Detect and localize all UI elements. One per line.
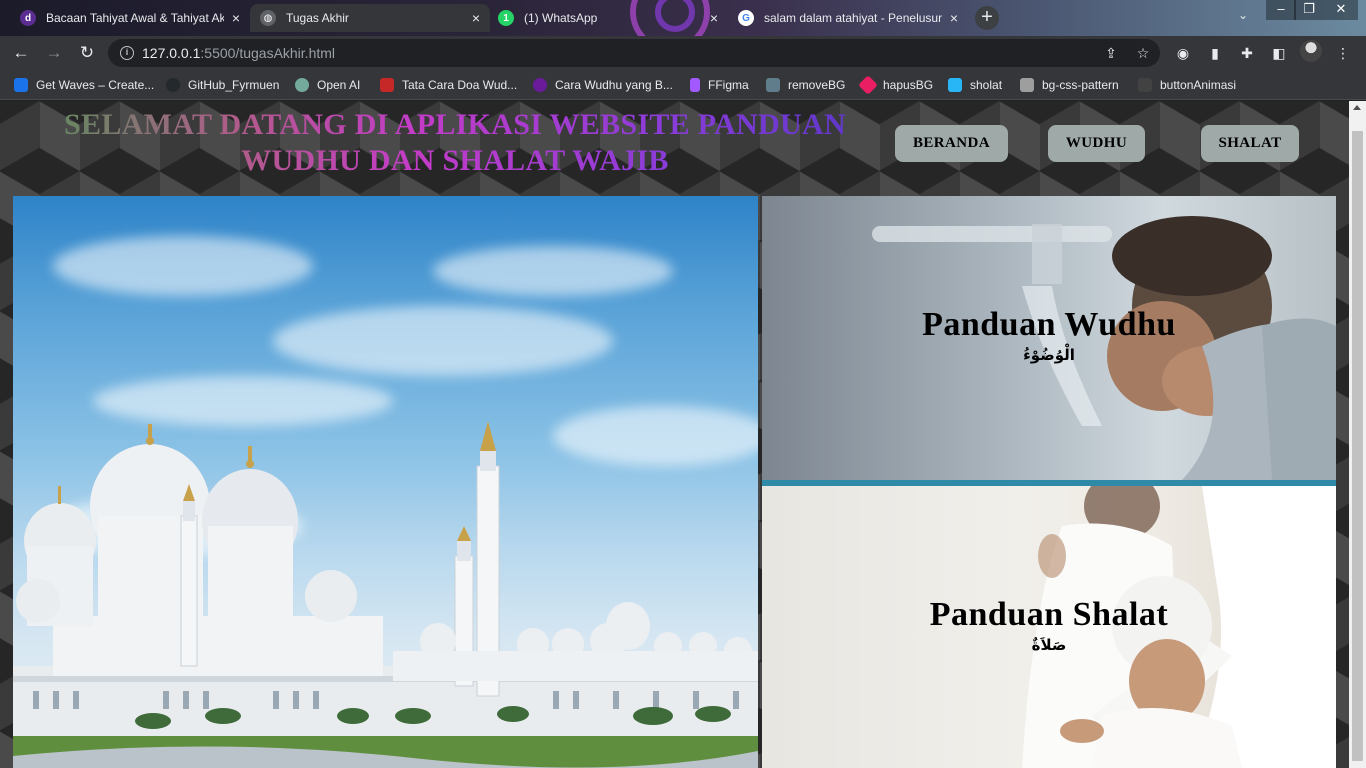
- more-menu-icon[interactable]: ⋮: [1334, 44, 1352, 62]
- card-shalat-title: Panduan Shalat: [929, 596, 1169, 633]
- tab-search-icon[interactable]: ⌄: [1238, 8, 1248, 22]
- tab-title: Bacaan Tahiyat Awal & Tahiyat Ak: [46, 11, 224, 25]
- tab-title: Tugas Akhir: [286, 11, 349, 25]
- bookmark-label: Get Waves – Create...: [36, 78, 155, 92]
- close-tab-icon[interactable]: ×: [232, 10, 240, 26]
- openai-icon: [295, 78, 309, 92]
- bookmark-label: Open AI: [317, 78, 361, 92]
- bookmark-ffigma[interactable]: FFigma: [690, 76, 749, 94]
- close-tab-icon[interactable]: ×: [710, 10, 718, 26]
- tab-whatsapp[interactable]: 1 (1) WhatsApp ×: [488, 4, 728, 32]
- bookmark-sholat[interactable]: sholat: [948, 76, 1002, 94]
- bookmark-hapusbg[interactable]: hapusBG: [858, 75, 934, 95]
- card-wudhu-subtitle: الْوُضُوْءُ: [1023, 346, 1075, 364]
- tab-tugas-akhir[interactable]: ◍ Tugas Akhir ×: [250, 4, 490, 32]
- dev-icon: [1138, 78, 1152, 92]
- back-icon[interactable]: ←: [10, 42, 32, 64]
- card-shalat-subtitle: صَلاَةٌ: [1031, 636, 1067, 654]
- card-panduan-shalat[interactable]: Panduan Shalat صَلاَةٌ: [762, 486, 1336, 768]
- tab-bacaan-tahiyat[interactable]: d Bacaan Tahiyat Awal & Tahiyat Ak ×: [10, 4, 250, 32]
- mosque-hero-image: [13, 196, 758, 768]
- forward-icon[interactable]: →: [43, 42, 65, 64]
- hapusbg-icon: [858, 75, 878, 95]
- nav-shalat-button[interactable]: SHALAT: [1201, 125, 1299, 162]
- bookmark-site-icon: [380, 78, 394, 92]
- github-icon: [166, 78, 180, 92]
- reload-icon[interactable]: ↻: [76, 42, 98, 64]
- close-tab-icon[interactable]: ×: [472, 10, 480, 26]
- bookmark-label: bg-css-pattern: [1042, 78, 1119, 92]
- browser-toolbar: ← → ↻ i 127.0.0.1:5500/tugasAkhir.html ⇪…: [0, 36, 1366, 70]
- site-title: SELAMAT DATANG DI APLIKASI WEBSITE PANDU…: [30, 107, 880, 179]
- new-tab-button[interactable]: +: [975, 6, 999, 30]
- bookmark-label: FFigma: [708, 78, 749, 92]
- site-info-icon[interactable]: i: [120, 46, 134, 60]
- url-path: :5500/tugasAkhir.html: [200, 45, 336, 61]
- waves-icon: [14, 78, 28, 92]
- bookmark-label: sholat: [970, 78, 1003, 92]
- bookmark-star-icon[interactable]: ☆: [1134, 44, 1152, 62]
- bookmark-label: GitHub_Fyrmuen: [188, 78, 280, 92]
- scroll-up-arrow-icon[interactable]: [1353, 105, 1361, 110]
- globe-icon: ◍: [260, 10, 276, 26]
- bookmark-label: Cara Wudhu yang B...: [555, 78, 673, 92]
- nav-wudhu-button[interactable]: WUDHU: [1048, 125, 1145, 162]
- address-bar[interactable]: i 127.0.0.1:5500/tugasAkhir.html: [108, 39, 1160, 67]
- scrollbar-thumb[interactable]: [1352, 131, 1363, 761]
- google-icon: G: [738, 10, 754, 26]
- card-panduan-wudhu[interactable]: Panduan Wudhu الْوُضُوْءُ: [762, 196, 1336, 480]
- extensions-puzzle-icon[interactable]: ✚: [1238, 44, 1256, 62]
- card-wudhu-title: Panduan Wudhu: [922, 306, 1176, 343]
- bookmark-label: removeBG: [788, 78, 846, 92]
- bookmark-cara-wudhu[interactable]: Cara Wudhu yang B...: [533, 76, 673, 94]
- browser-tab-strip: d Bacaan Tahiyat Awal & Tahiyat Ak × ◍ T…: [0, 0, 1366, 36]
- bookmark-removebg[interactable]: removeBG: [766, 76, 845, 94]
- mosque-illustration: [13, 421, 758, 768]
- d-site-icon: [533, 78, 547, 92]
- bookmark-github[interactable]: GitHub_Fyrmuen: [166, 76, 279, 94]
- share-icon[interactable]: ⇪: [1102, 44, 1120, 62]
- profile-avatar[interactable]: [1300, 40, 1322, 62]
- tab-google-search[interactable]: G salam dalam atahiyat - Penelusur ×: [728, 4, 968, 32]
- layers-icon: [766, 78, 780, 92]
- page-viewport: SELAMAT DATANG DI APLIKASI WEBSITE PANDU…: [0, 101, 1349, 768]
- bookmark-bg-css-pattern[interactable]: bg-css-pattern: [1020, 76, 1119, 94]
- restore-icon[interactable]: ❐: [1294, 0, 1324, 20]
- minimize-icon[interactable]: –: [1266, 0, 1296, 20]
- tab-title: salam dalam atahiyat - Penelusur: [764, 11, 942, 25]
- figma-icon: [690, 78, 700, 92]
- page-scrollbar[interactable]: [1349, 101, 1366, 768]
- bookmark-buttonanimasi[interactable]: buttonAnimasi: [1138, 76, 1236, 94]
- tab-title: (1) WhatsApp: [524, 11, 598, 25]
- url-host: 127.0.0.1: [142, 45, 201, 61]
- bookmark-tata-cara-doa[interactable]: Tata Cara Doa Wud...: [380, 76, 517, 94]
- d-site-icon: d: [20, 10, 36, 26]
- whatsapp-icon: 1: [498, 10, 514, 26]
- extension-file-icon[interactable]: ▮: [1206, 44, 1224, 62]
- bookmark-label: Tata Cara Doa Wud...: [402, 78, 518, 92]
- bookmark-label: buttonAnimasi: [1160, 78, 1237, 92]
- bookmarks-bar: Get Waves – Create... GitHub_Fyrmuen Ope…: [0, 70, 1366, 100]
- side-panel-icon[interactable]: ◧: [1270, 44, 1288, 62]
- close-tab-icon[interactable]: ×: [950, 10, 958, 26]
- nav-beranda-button[interactable]: BERANDA: [895, 125, 1008, 162]
- close-window-icon[interactable]: ✕: [1324, 0, 1358, 20]
- s-site-icon: [948, 78, 962, 92]
- bookmark-get-waves[interactable]: Get Waves – Create...: [14, 76, 154, 94]
- pattern-icon: [1020, 78, 1034, 92]
- bookmark-open-ai[interactable]: Open AI: [295, 76, 360, 94]
- bookmark-label: hapusBG: [883, 78, 934, 92]
- extension-circle-icon[interactable]: ◉: [1174, 44, 1192, 62]
